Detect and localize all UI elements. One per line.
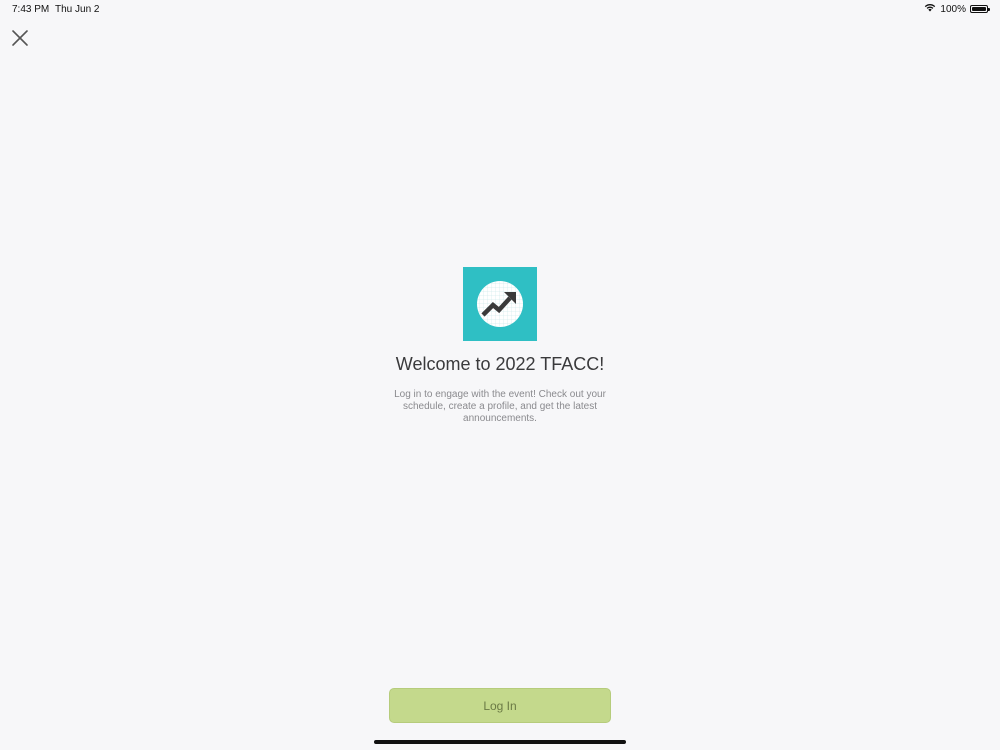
wifi-icon: [924, 3, 936, 15]
home-indicator[interactable]: [374, 740, 626, 744]
status-date: Thu Jun 2: [55, 4, 100, 15]
login-button-label: Log In: [483, 698, 517, 713]
status-bar: 7:43 PM Thu Jun 2 100%: [0, 0, 1000, 18]
welcome-content: Welcome to 2022 TFACC! Log in to engage …: [0, 267, 1000, 425]
battery-level: [972, 7, 986, 11]
trending-up-chart-icon: [477, 281, 523, 327]
welcome-description: Log in to engage with the event! Check o…: [394, 389, 606, 424]
app-logo: [463, 267, 537, 341]
battery-percent: 100%: [940, 3, 966, 15]
status-indicators: 100%: [924, 3, 990, 15]
close-icon: [12, 30, 28, 46]
battery-icon: [970, 5, 990, 13]
close-button[interactable]: [10, 28, 30, 48]
login-button[interactable]: Log In: [389, 688, 611, 723]
welcome-title: Welcome to 2022 TFACC!: [395, 354, 605, 374]
status-time: 7:43 PM: [12, 4, 50, 15]
